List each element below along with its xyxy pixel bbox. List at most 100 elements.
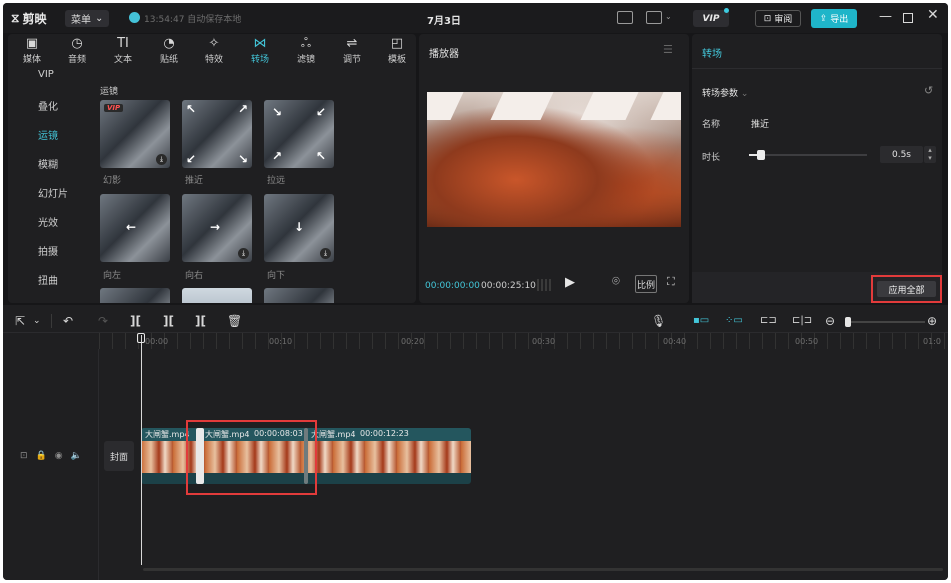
app-logo: ⧖ 剪映 bbox=[11, 10, 46, 27]
split-right-icon[interactable]: ][ bbox=[195, 314, 206, 328]
tab-text[interactable]: TI 文本 bbox=[103, 36, 143, 65]
tab-media[interactable]: ▣ 媒体 bbox=[12, 36, 52, 65]
chevron-down-icon[interactable]: ⌄ bbox=[665, 12, 672, 21]
vip-button[interactable]: VIP bbox=[693, 10, 729, 27]
arrow-icon: ↙ bbox=[315, 105, 326, 119]
horizontal-scrollbar[interactable] bbox=[143, 568, 943, 571]
zoom-in-icon[interactable]: ⊕ bbox=[927, 314, 937, 328]
cover-toggle-icon[interactable]: ⊡ bbox=[20, 451, 36, 461]
video-preview[interactable] bbox=[427, 92, 681, 227]
name-value: 推近 bbox=[751, 120, 770, 130]
sidebar-item-vip[interactable]: VIP bbox=[38, 69, 54, 80]
tab-template[interactable]: ◰ 模板 bbox=[377, 36, 416, 65]
zoom-out-icon[interactable]: ⊖ bbox=[825, 314, 835, 328]
download-icon[interactable]: ⤓ bbox=[156, 154, 167, 165]
transition-thumb[interactable] bbox=[264, 288, 334, 303]
apply-all-button[interactable]: 应用全部 bbox=[877, 281, 936, 297]
microphone-icon[interactable]: 🎙 bbox=[651, 314, 666, 328]
divider bbox=[692, 68, 942, 69]
export-button[interactable]: ⇪ 导出 bbox=[811, 9, 857, 28]
undo-icon[interactable]: ↶ bbox=[63, 314, 73, 328]
tab-label: 转场 bbox=[250, 55, 269, 65]
shortcut-icon[interactable] bbox=[617, 11, 633, 24]
chevron-down-icon: ⌄ bbox=[95, 13, 104, 24]
playhead[interactable] bbox=[141, 335, 142, 565]
sidebar-item-camera-move[interactable]: 运镜 bbox=[38, 127, 58, 142]
transition-label: 向下 bbox=[267, 271, 286, 281]
menu-icon[interactable]: ☰ bbox=[663, 43, 673, 56]
save-status-icon bbox=[129, 12, 140, 23]
split-icon[interactable]: ][ bbox=[130, 314, 141, 328]
reset-icon[interactable]: ↺ bbox=[924, 84, 933, 97]
arrow-icon: ↘ bbox=[237, 152, 248, 166]
text-icon: TI bbox=[117, 36, 129, 51]
zoom-slider-track[interactable] bbox=[845, 321, 925, 323]
lock-icon[interactable]: 🔒 bbox=[36, 451, 55, 461]
minimize-icon[interactable]: — bbox=[879, 9, 892, 24]
duration-slider-handle[interactable] bbox=[756, 150, 765, 160]
tab-adjust[interactable]: ⇌ 调节 bbox=[332, 36, 372, 65]
transition-thumb-down[interactable]: ↓ ⤓ bbox=[264, 194, 334, 262]
transition-thumb-phantom[interactable]: VIP ⤓ bbox=[100, 100, 170, 168]
sidebar-item-shoot[interactable]: 拍摄 bbox=[38, 243, 58, 258]
download-icon[interactable]: ⤓ bbox=[320, 248, 331, 259]
review-button[interactable]: ⊡ 审阅 bbox=[755, 10, 801, 27]
download-icon[interactable]: ⤓ bbox=[238, 248, 249, 259]
transition-thumb-pull-out[interactable]: ↘ ↙ ↗ ↖ bbox=[264, 100, 334, 168]
chevron-down-icon[interactable]: ⌄ bbox=[33, 316, 41, 326]
name-label: 名称 bbox=[702, 120, 721, 130]
export-icon: ⇪ bbox=[819, 13, 828, 24]
track-controls: ⊡🔒◉🔈 bbox=[20, 451, 90, 461]
transition-thumb[interactable] bbox=[182, 288, 252, 303]
ratio-button[interactable]: 比例 bbox=[635, 275, 657, 293]
transition-thumb-right[interactable]: → ⤓ bbox=[182, 194, 252, 262]
tab-effects[interactable]: ✧ 特效 bbox=[194, 36, 234, 65]
clip-name: 大闸蟹.mp4 bbox=[311, 430, 356, 439]
split-left-icon[interactable]: ][ bbox=[163, 314, 174, 328]
transition-thumb-left[interactable]: ← bbox=[100, 194, 170, 262]
preview-stripe bbox=[650, 92, 681, 120]
select-tool-icon[interactable]: ⇱ bbox=[15, 314, 25, 328]
sidebar-item-slideshow[interactable]: 幻灯片 bbox=[38, 185, 68, 200]
duration-slider-track[interactable] bbox=[749, 154, 867, 156]
sidebar-item-glitch[interactable]: 故障 bbox=[38, 301, 58, 303]
duration-value: 0.5s bbox=[891, 149, 911, 160]
cover-button[interactable]: 封面 bbox=[104, 441, 134, 471]
play-icon[interactable]: ▶ bbox=[565, 275, 575, 290]
redo-icon[interactable]: ↷ bbox=[98, 314, 108, 328]
speaker-icon[interactable]: 🔈 bbox=[71, 451, 90, 461]
transition-thumb-push-in[interactable]: ↖ ↗ ↙ ↘ bbox=[182, 100, 252, 168]
sidebar-item-light[interactable]: 光效 bbox=[38, 214, 58, 229]
transition-thumb[interactable] bbox=[100, 288, 170, 303]
timeline-ruler[interactable] bbox=[99, 333, 948, 349]
layout-icon[interactable] bbox=[646, 11, 662, 24]
fullscreen-icon[interactable]: ⛶ bbox=[667, 275, 675, 289]
effects-icon: ✧ bbox=[208, 36, 220, 51]
playhead-handle[interactable] bbox=[137, 333, 145, 343]
tab-audio[interactable]: ◷ 音频 bbox=[57, 36, 97, 65]
link-icon[interactable]: ⊏⊐ bbox=[760, 315, 777, 326]
tab-transition[interactable]: ⋈ 转场 bbox=[240, 36, 280, 65]
tab-sticker[interactable]: ◔ 贴纸 bbox=[149, 36, 189, 65]
sidebar-item-dissolve[interactable]: 叠化 bbox=[38, 98, 58, 113]
auto-snap-icon[interactable]: ⁘▭ bbox=[725, 315, 743, 326]
project-title[interactable]: 7月3日 bbox=[427, 12, 461, 27]
tab-label: 文本 bbox=[113, 55, 132, 65]
duration-input[interactable]: 0.5s bbox=[880, 146, 923, 163]
preview-axis-icon[interactable]: ⊏|⊐ bbox=[792, 315, 812, 326]
duration-stepper[interactable]: ▴ ▾ bbox=[924, 146, 936, 163]
close-icon[interactable]: ✕ bbox=[927, 7, 939, 23]
sidebar-item-blur[interactable]: 模糊 bbox=[38, 156, 58, 171]
tab-filter[interactable]: ஃ 滤镜 bbox=[286, 36, 326, 65]
logo-text: 剪映 bbox=[22, 12, 47, 26]
maximize-icon[interactable] bbox=[903, 13, 913, 23]
focus-icon[interactable]: ⌾ bbox=[612, 274, 620, 289]
zoom-slider-handle[interactable] bbox=[845, 317, 851, 327]
divider bbox=[51, 314, 52, 328]
sidebar-item-distort[interactable]: 扭曲 bbox=[38, 272, 58, 287]
delete-icon[interactable]: 🗑 bbox=[227, 314, 242, 328]
timeline-preview-icon[interactable] bbox=[537, 279, 553, 291]
menu-button[interactable]: 菜单 ⌄ bbox=[65, 10, 110, 27]
main-track-magnet-icon[interactable]: ▪▭ bbox=[693, 315, 709, 326]
eye-icon[interactable]: ◉ bbox=[55, 451, 71, 461]
